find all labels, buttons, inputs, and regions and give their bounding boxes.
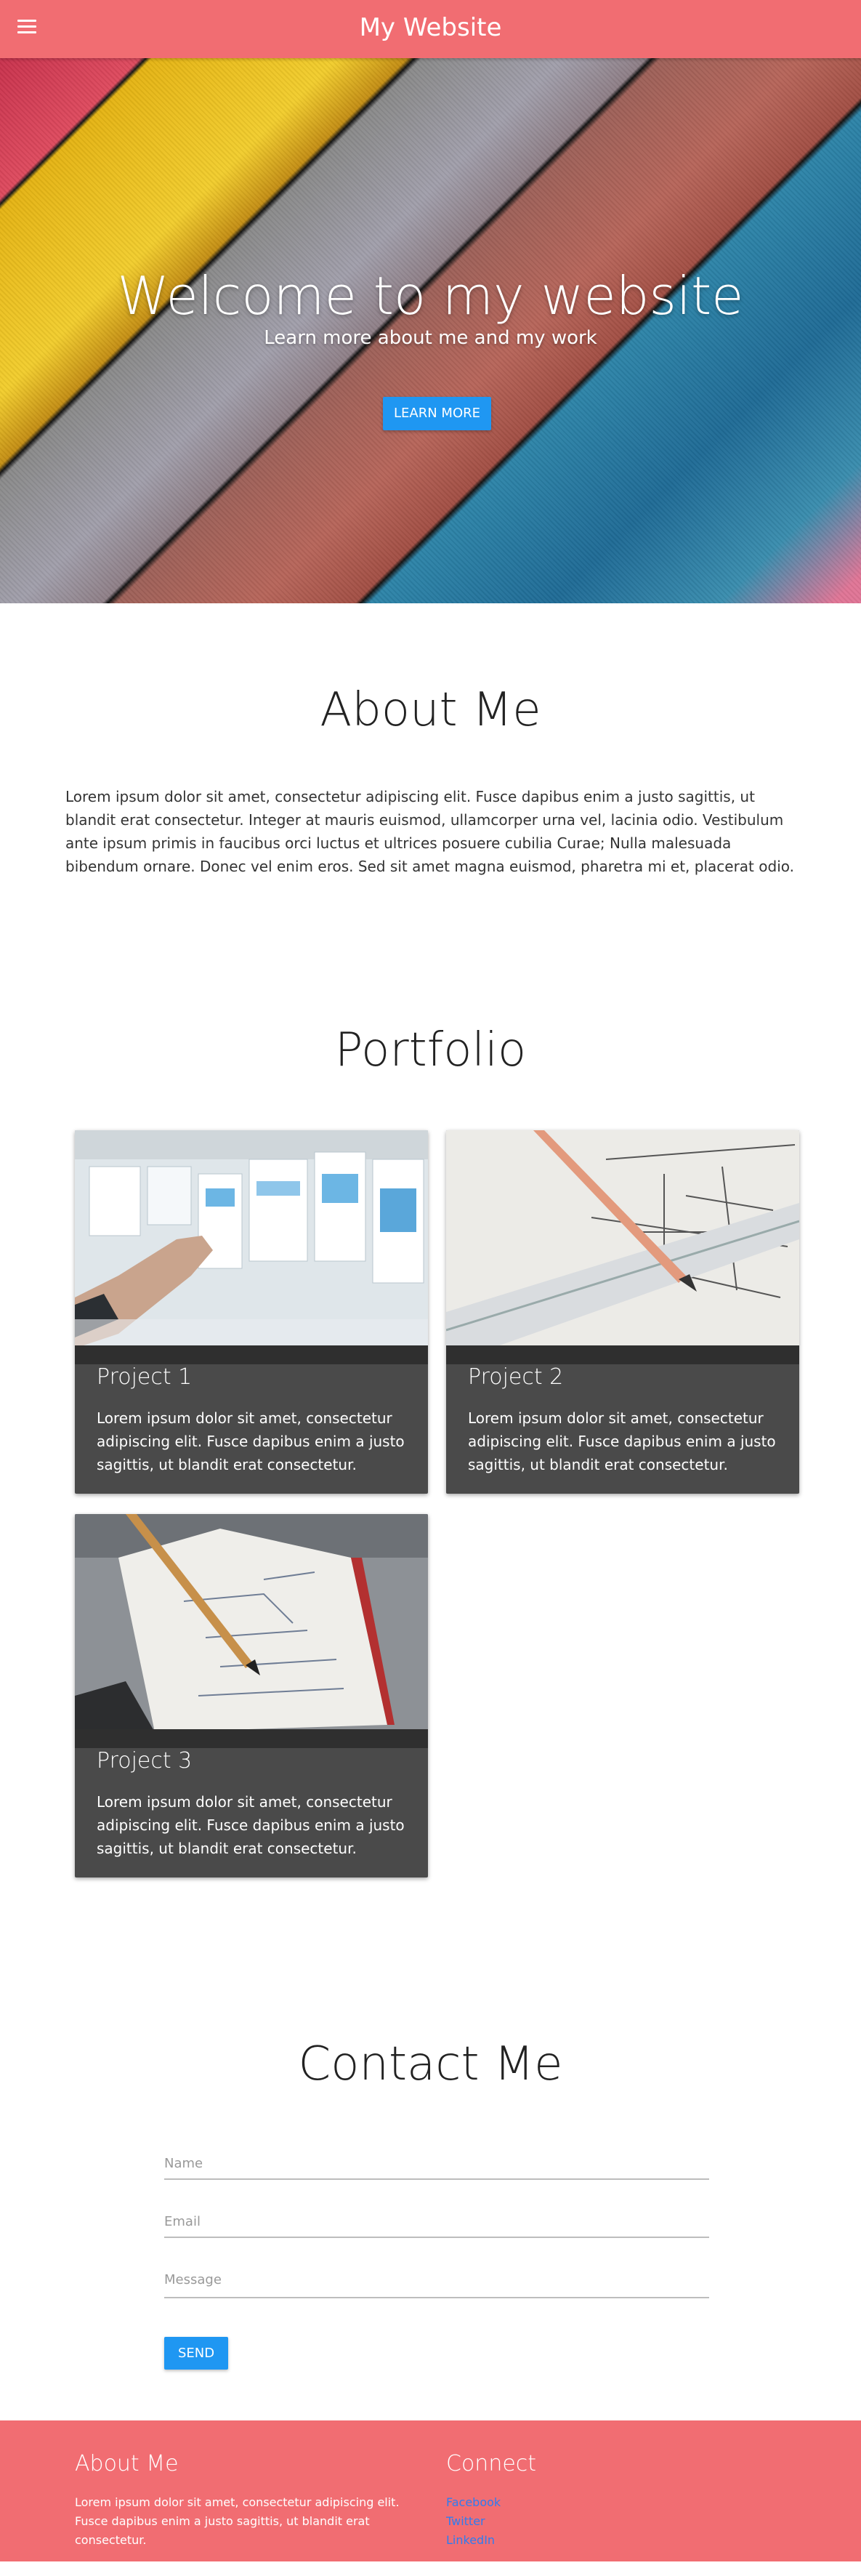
contact-heading: Contact Me — [298, 2037, 563, 2091]
site-footer: About Me Lorem ipsum dolor sit amet, con… — [0, 2420, 861, 2561]
project-card-1[interactable]: Project 1 Lorem ipsum dolor sit amet, co… — [75, 1130, 428, 1494]
project-3-description: Lorem ipsum dolor sit amet, consectetur … — [97, 1793, 405, 1857]
about-heading: About Me — [320, 683, 541, 737]
hero-title: Welcome to my website — [117, 265, 744, 326]
project-2-image — [446, 1130, 799, 1364]
project-1-image — [75, 1130, 428, 1364]
hero-subtitle: Learn more about me and my work — [264, 327, 597, 349]
hero-banner: Welcome to my website Learn more about m… — [0, 58, 861, 603]
project-3-image — [75, 1514, 428, 1748]
message-field-wrapper — [164, 2266, 709, 2310]
facebook-link[interactable]: Facebook — [446, 2493, 501, 2512]
footer-about-heading: About Me — [75, 2451, 179, 2476]
site-title: My Website — [359, 13, 502, 42]
about-paragraph: Lorem ipsum dolor sit amet, consectetur … — [65, 788, 794, 875]
footer-social-links: Facebook Twitter LinkedIn — [446, 2493, 501, 2550]
name-field[interactable] — [164, 2148, 709, 2180]
project-2-title: Project 2 — [468, 1364, 564, 1390]
footer-about-text: Lorem ipsum dolor sit amet, consectetur … — [75, 2495, 400, 2547]
portfolio-heading: Portfolio — [334, 1023, 527, 1077]
send-button[interactable]: SEND — [164, 2337, 228, 2370]
twitter-link[interactable]: Twitter — [446, 2512, 501, 2531]
top-app-bar: My Website — [0, 0, 861, 58]
footer-connect-heading: Connect — [446, 2451, 537, 2476]
message-field[interactable] — [164, 2266, 709, 2298]
project-2-description: Lorem ipsum dolor sit amet, consectetur … — [468, 1409, 776, 1473]
email-field-wrapper — [164, 2206, 709, 2250]
learn-more-button[interactable]: LEARN MORE — [383, 397, 491, 430]
project-card-2[interactable]: Project 2 Lorem ipsum dolor sit amet, co… — [446, 1130, 799, 1494]
linkedin-link[interactable]: LinkedIn — [446, 2531, 501, 2550]
name-field-wrapper — [164, 2148, 709, 2191]
project-1-title: Project 1 — [97, 1364, 193, 1390]
email-field[interactable] — [164, 2206, 709, 2238]
project-1-description: Lorem ipsum dolor sit amet, consectetur … — [97, 1409, 405, 1473]
project-card-3[interactable]: Project 3 Lorem ipsum dolor sit amet, co… — [75, 1514, 428, 1877]
project-3-title: Project 3 — [97, 1748, 193, 1774]
